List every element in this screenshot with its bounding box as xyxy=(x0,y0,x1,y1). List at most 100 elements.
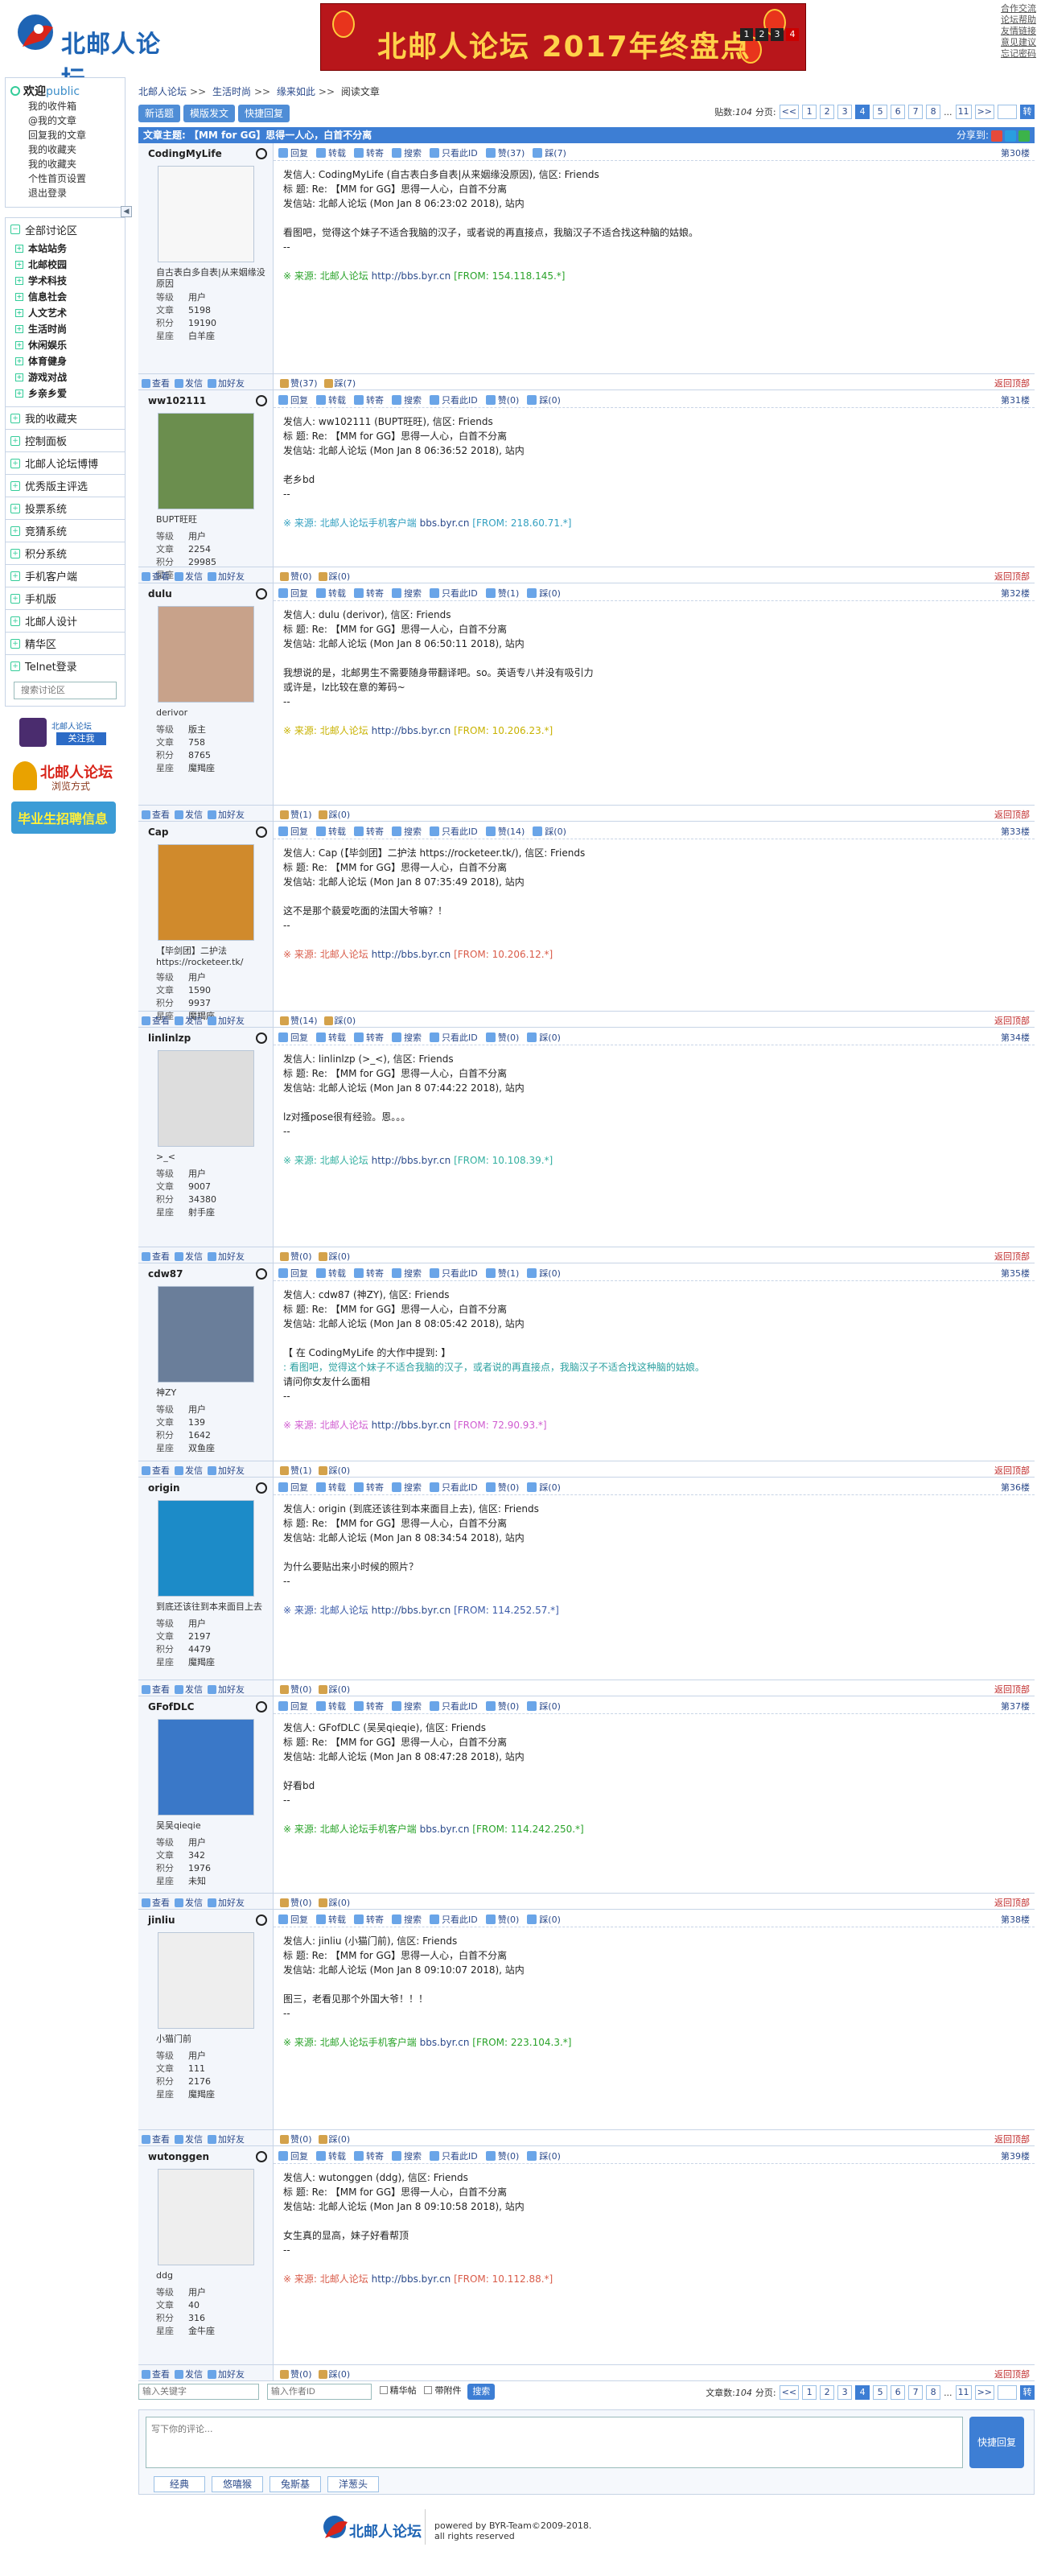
sidebar-section[interactable]: + 竞猜系统 xyxy=(6,519,125,542)
back-to-top-link[interactable]: 返回顶部 xyxy=(994,377,1030,389)
sidebar-link-inbox[interactable]: 我的收件箱 xyxy=(10,99,120,113)
forward-action[interactable]: 转载 xyxy=(316,1031,346,1044)
board-item[interactable]: + 信息社会 xyxy=(6,289,125,305)
reply-action[interactable]: 回复 xyxy=(278,1031,308,1044)
send-mail-button[interactable]: 发信 xyxy=(175,570,203,583)
send-mail-button[interactable]: 发信 xyxy=(175,377,203,389)
dislike-button[interactable]: 踩(0) xyxy=(318,570,350,583)
page-first[interactable]: << xyxy=(779,2385,800,2400)
only-this-id-action[interactable]: 只看此ID xyxy=(430,1031,478,1044)
avatar[interactable] xyxy=(158,606,254,703)
back-to-top-link[interactable]: 返回顶部 xyxy=(994,2368,1030,2380)
dislike-button[interactable]: 踩(0) xyxy=(318,1250,350,1263)
send-mail-button[interactable]: 发信 xyxy=(175,1014,203,1027)
new-topic-button[interactable]: 新话题 xyxy=(138,105,181,122)
source-link[interactable]: http://bbs.byr.cn xyxy=(372,1420,451,1431)
dislike-button[interactable]: 踩(0) xyxy=(318,1683,350,1696)
source-link[interactable]: http://bbs.byr.cn xyxy=(372,2273,451,2285)
top-link[interactable]: 论坛帮助 xyxy=(1001,14,1036,26)
only-this-id-action[interactable]: 只看此ID xyxy=(430,825,478,838)
dislike-action[interactable]: 踩(0) xyxy=(527,394,561,406)
reply-action[interactable]: 回复 xyxy=(278,825,308,838)
browse-promo[interactable]: 北邮人论坛 浏览方式 xyxy=(11,758,116,793)
page-link[interactable]: 7 xyxy=(908,2385,924,2400)
only-this-id-action[interactable]: 只看此ID xyxy=(430,1267,478,1280)
sidebar-section[interactable]: + 手机客户端 xyxy=(6,564,125,587)
view-profile-button[interactable]: 查看 xyxy=(142,2133,170,2145)
add-friend-button[interactable]: 加好友 xyxy=(208,1683,245,1696)
source-link[interactable]: http://bbs.byr.cn xyxy=(372,725,451,736)
floor-number[interactable]: 第39楼 xyxy=(1001,2149,1030,2162)
forward-mail-action[interactable]: 转寄 xyxy=(354,1700,384,1713)
forward-mail-action[interactable]: 转寄 xyxy=(354,825,384,838)
source-link[interactable]: http://bbs.byr.cn xyxy=(372,1155,451,1166)
reply-action[interactable]: 回复 xyxy=(278,1700,308,1713)
sidebar-link-fav[interactable]: 我的收藏夹 xyxy=(10,142,120,157)
send-mail-button[interactable]: 发信 xyxy=(175,1250,203,1263)
author-name[interactable]: CodingMyLife xyxy=(148,148,222,159)
add-friend-button[interactable]: 加好友 xyxy=(208,377,245,389)
avatar[interactable] xyxy=(158,2169,254,2265)
reply-action[interactable]: 回复 xyxy=(278,2149,308,2162)
page-jump-input[interactable] xyxy=(998,2385,1017,2400)
page-link[interactable]: 8 xyxy=(926,105,941,119)
page-link[interactable]: 5 xyxy=(873,105,888,119)
source-link[interactable]: bbs.byr.cn xyxy=(420,1824,470,1835)
floor-number[interactable]: 第38楼 xyxy=(1001,1913,1030,1926)
dislike-action[interactable]: 踩(0) xyxy=(527,1481,561,1494)
sidebar-link-home[interactable]: 个性首页设置 xyxy=(10,171,120,186)
sidebar-section[interactable]: + 精华区 xyxy=(6,632,125,654)
page-link[interactable]: 2 xyxy=(820,105,835,119)
banner[interactable]: 北邮人论坛 2017年终盘点 1 2 3 4 xyxy=(320,3,806,71)
avatar[interactable] xyxy=(158,1500,254,1597)
like-action[interactable]: 赞(0) xyxy=(485,1700,519,1713)
search-action[interactable]: 搜索 xyxy=(392,587,422,600)
search-action[interactable]: 搜索 xyxy=(392,1267,422,1280)
dislike-button[interactable]: 踩(0) xyxy=(323,1014,356,1027)
collapse-sidebar-button[interactable]: ◀ xyxy=(121,206,132,217)
back-to-top-link[interactable]: 返回顶部 xyxy=(994,570,1030,583)
avatar[interactable] xyxy=(158,1932,254,2029)
sidebar-section[interactable]: + 控制面板 xyxy=(6,429,125,451)
emoticon-tab[interactable]: 兔斯基 xyxy=(270,2476,321,2492)
author-name[interactable]: wutonggen xyxy=(148,2151,209,2162)
floor-number[interactable]: 第32楼 xyxy=(1001,587,1030,600)
banner-page[interactable]: 3 xyxy=(771,28,784,41)
floor-number[interactable]: 第30楼 xyxy=(1001,146,1030,159)
like-action[interactable]: 赞(0) xyxy=(485,1481,519,1494)
forward-mail-action[interactable]: 转寄 xyxy=(354,2149,384,2162)
forward-mail-action[interactable]: 转寄 xyxy=(354,587,384,600)
emoticon-tab[interactable]: 洋葱头 xyxy=(327,2476,379,2492)
only-this-id-action[interactable]: 只看此ID xyxy=(430,1913,478,1926)
avatar[interactable] xyxy=(158,1286,254,1383)
forward-mail-action[interactable]: 转寄 xyxy=(354,146,384,159)
back-to-top-link[interactable]: 返回顶部 xyxy=(994,1250,1030,1263)
board-item[interactable]: + 体育健身 xyxy=(6,353,125,369)
sidebar-link-reply[interactable]: 回复我的文章 xyxy=(10,128,120,142)
page-first[interactable]: << xyxy=(779,105,800,119)
board-item[interactable]: + 本站站务 xyxy=(6,241,125,257)
add-friend-button[interactable]: 加好友 xyxy=(208,1896,245,1909)
top-link[interactable]: 友情链接 xyxy=(1001,26,1036,37)
floor-number[interactable]: 第36楼 xyxy=(1001,1481,1030,1494)
author-name[interactable]: dulu xyxy=(148,588,172,600)
view-profile-button[interactable]: 查看 xyxy=(142,1464,170,1477)
sidebar-section[interactable]: + 投票系统 xyxy=(6,497,125,519)
only-this-id-action[interactable]: 只看此ID xyxy=(430,2149,478,2162)
like-action[interactable]: 赞(0) xyxy=(485,394,519,406)
like-button[interactable]: 赞(1) xyxy=(280,808,312,821)
forward-action[interactable]: 转载 xyxy=(316,1913,346,1926)
floor-number[interactable]: 第33楼 xyxy=(1001,825,1030,838)
page-link[interactable]: 11 xyxy=(955,2385,972,2400)
top-link[interactable]: 合作交流 xyxy=(1001,3,1036,14)
page-link[interactable]: 2 xyxy=(820,2385,835,2400)
board-item[interactable]: + 游戏对战 xyxy=(6,369,125,385)
search-action[interactable]: 搜索 xyxy=(392,1481,422,1494)
avatar[interactable] xyxy=(158,413,254,509)
like-button[interactable]: 赞(0) xyxy=(280,1250,312,1263)
board-item[interactable]: + 休闲娱乐 xyxy=(6,337,125,353)
back-to-top-link[interactable]: 返回顶部 xyxy=(994,808,1030,821)
back-to-top-link[interactable]: 返回顶部 xyxy=(994,1896,1030,1909)
dislike-action[interactable]: 踩(0) xyxy=(527,1267,561,1280)
reply-action[interactable]: 回复 xyxy=(278,394,308,406)
